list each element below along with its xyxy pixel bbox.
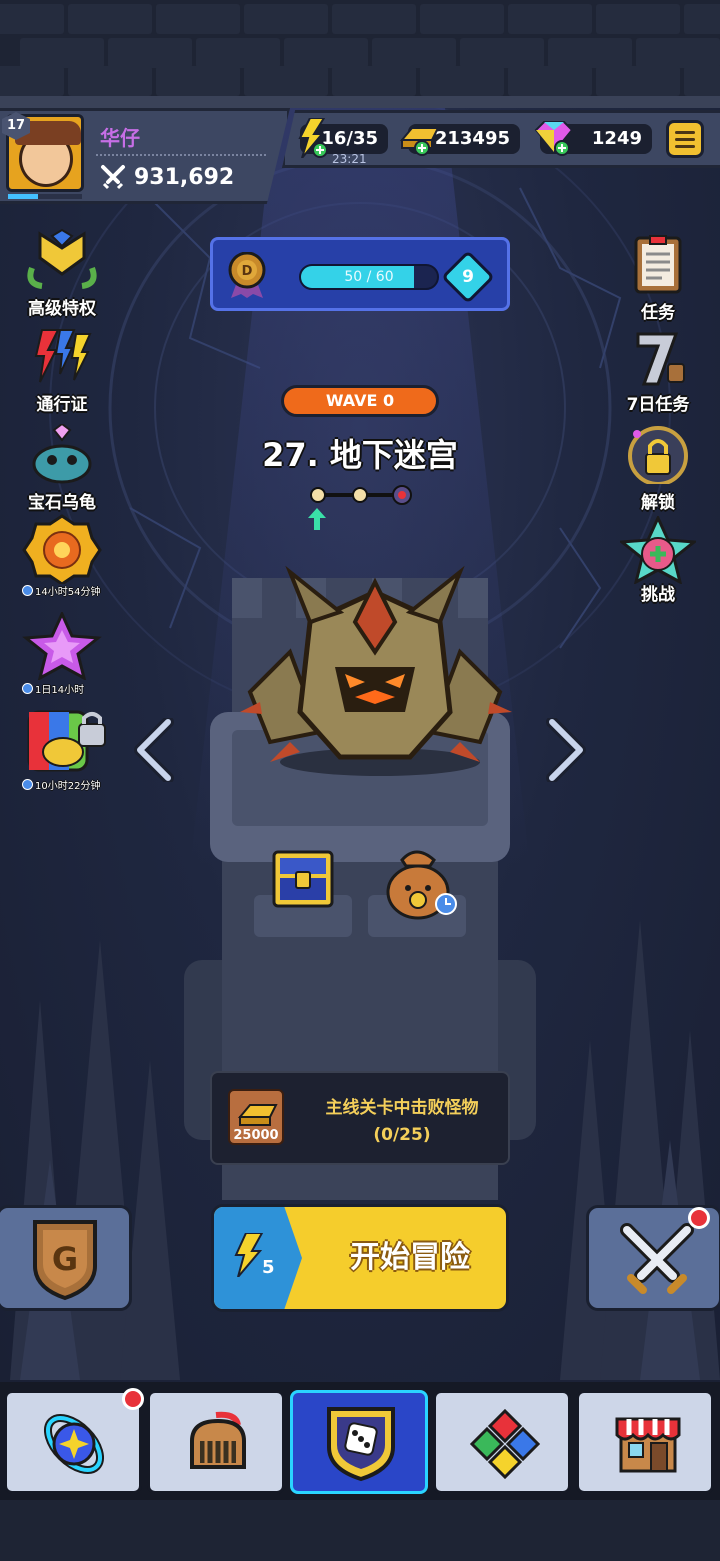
nav-battle[interactable]: [290, 1390, 428, 1494]
vip-chevron-icon: [27, 228, 97, 289]
stage-progress-panel[interactable]: D 50 / 60 9: [210, 237, 510, 311]
menu-button[interactable]: [666, 120, 704, 158]
nav-shop[interactable]: [576, 1390, 714, 1494]
quest-reward-amount: 25000: [233, 1128, 279, 1143]
stage-progress-bar: 50 / 60: [299, 264, 439, 290]
event-timer: 14小时54分钟: [22, 583, 102, 598]
side-label: 任务: [641, 303, 675, 323]
seven-day-icon: [636, 332, 685, 386]
bottom-wall: [0, 1500, 720, 1561]
nav-hero[interactable]: [147, 1390, 285, 1494]
clock-icon: [22, 683, 33, 694]
purple-star-icon: [22, 610, 102, 681]
challenge-star-icon: [618, 514, 698, 585]
rank-level: 9: [462, 267, 474, 287]
svg-text:D: D: [242, 264, 253, 279]
top-wall: [0, 0, 720, 108]
prev-stage-arrow-icon[interactable]: [132, 718, 176, 782]
gem-value: 1249: [591, 128, 642, 149]
next-stage-arrow-icon[interactable]: [544, 718, 588, 782]
start-label: 开始冒险: [350, 1240, 470, 1275]
energy-cost: 5: [262, 1257, 275, 1278]
star-event-button[interactable]: [12, 610, 112, 684]
challenge-button[interactable]: 挑战: [608, 514, 708, 605]
nav-gems[interactable]: [433, 1390, 571, 1494]
event-medal-icon: [22, 514, 102, 586]
side-label: 解锁: [641, 493, 675, 513]
wall-ledge: [0, 96, 720, 108]
gem-turtle-button[interactable]: 宝石乌龟: [12, 422, 112, 513]
treasure-chest-icon[interactable]: [270, 848, 336, 910]
clipboard-icon: [634, 235, 682, 294]
rank-level-diamond: 9: [441, 250, 495, 304]
event-medal-button[interactable]: [12, 514, 112, 588]
guild-button[interactable]: G: [0, 1205, 132, 1311]
energy-plus-icon[interactable]: [296, 118, 328, 158]
energy-timer: 23:21: [332, 152, 367, 166]
rank-medal-icon: D: [228, 252, 266, 298]
side-label: 宝石乌龟: [28, 493, 96, 513]
star-timer: 1日14小时: [22, 681, 102, 696]
quest-line1: 主线关卡中击败怪物: [325, 1098, 479, 1118]
start-adventure-button[interactable]: 5 开始冒险: [211, 1204, 509, 1312]
gold-value: 213495: [434, 128, 510, 149]
side-label: 高级特权: [28, 299, 96, 319]
side-label: 7日任务: [626, 395, 690, 415]
vip-privilege-button[interactable]: 高级特权: [12, 228, 112, 319]
gold-plus-icon[interactable]: [398, 120, 444, 156]
power-value: 931,692: [134, 164, 235, 190]
pack-timer: 10小时22分钟: [22, 777, 102, 792]
lock-icon: [628, 426, 688, 486]
shop-icon: [615, 1417, 681, 1473]
clock-icon: [22, 585, 33, 596]
guild-shield-icon: G: [33, 1220, 97, 1301]
gem-arrows-icon: [470, 1409, 540, 1479]
talent-notification-dot: [122, 1388, 144, 1410]
stage-title: 27. 地下迷宫: [262, 436, 458, 474]
rock-golem-boss[interactable]: [230, 562, 520, 782]
knight-helmet-icon: [190, 1411, 246, 1469]
pass-lightning-icon: [34, 329, 92, 383]
quest-description: 主线关卡中击败怪物 (0/25): [302, 1095, 502, 1149]
seven-day-quest-button[interactable]: 7日任务: [608, 330, 708, 415]
crossed-swords-icon: [101, 165, 125, 190]
gold-bag-icon[interactable]: [382, 840, 462, 920]
nav-talent[interactable]: [4, 1390, 142, 1494]
wave-badge: WAVE 0: [281, 385, 439, 417]
wave-dots: [310, 485, 412, 505]
crossed-swords-icon: [620, 1223, 694, 1294]
quest-reward: 25000: [228, 1089, 284, 1145]
clock-icon: [22, 779, 33, 790]
rainbow-pack-icon: [27, 710, 106, 772]
quest-button[interactable]: 任务: [608, 234, 708, 323]
main-quest-panel[interactable]: 25000 主线关卡中击败怪物 (0/25): [210, 1071, 510, 1165]
unlock-button[interactable]: 解锁: [608, 424, 708, 513]
battle-pass-button[interactable]: 通行证: [12, 326, 112, 415]
quest-progress: (0/25): [373, 1125, 431, 1145]
current-wave-arrow-icon: [308, 508, 326, 530]
menu-icon: [675, 130, 695, 134]
svg-text:G: G: [52, 1240, 78, 1278]
gem-turtle-icon: [32, 422, 92, 484]
gem-plus-icon[interactable]: [532, 120, 576, 158]
energy-icon: [234, 1233, 264, 1277]
talent-orb-icon: [44, 1414, 104, 1474]
side-label: 通行证: [36, 395, 88, 415]
power-display: 931,692: [100, 164, 234, 190]
battle-notification-dot: [688, 1207, 710, 1229]
dice-shield-icon: [327, 1407, 395, 1482]
xp-bar: [8, 194, 82, 199]
progress-text: 50 / 60: [344, 269, 394, 285]
divider: [96, 154, 266, 156]
energy-value: 16/35: [321, 128, 378, 149]
player-name: 华仔: [100, 126, 140, 150]
rainbow-pack-button[interactable]: [12, 706, 112, 780]
